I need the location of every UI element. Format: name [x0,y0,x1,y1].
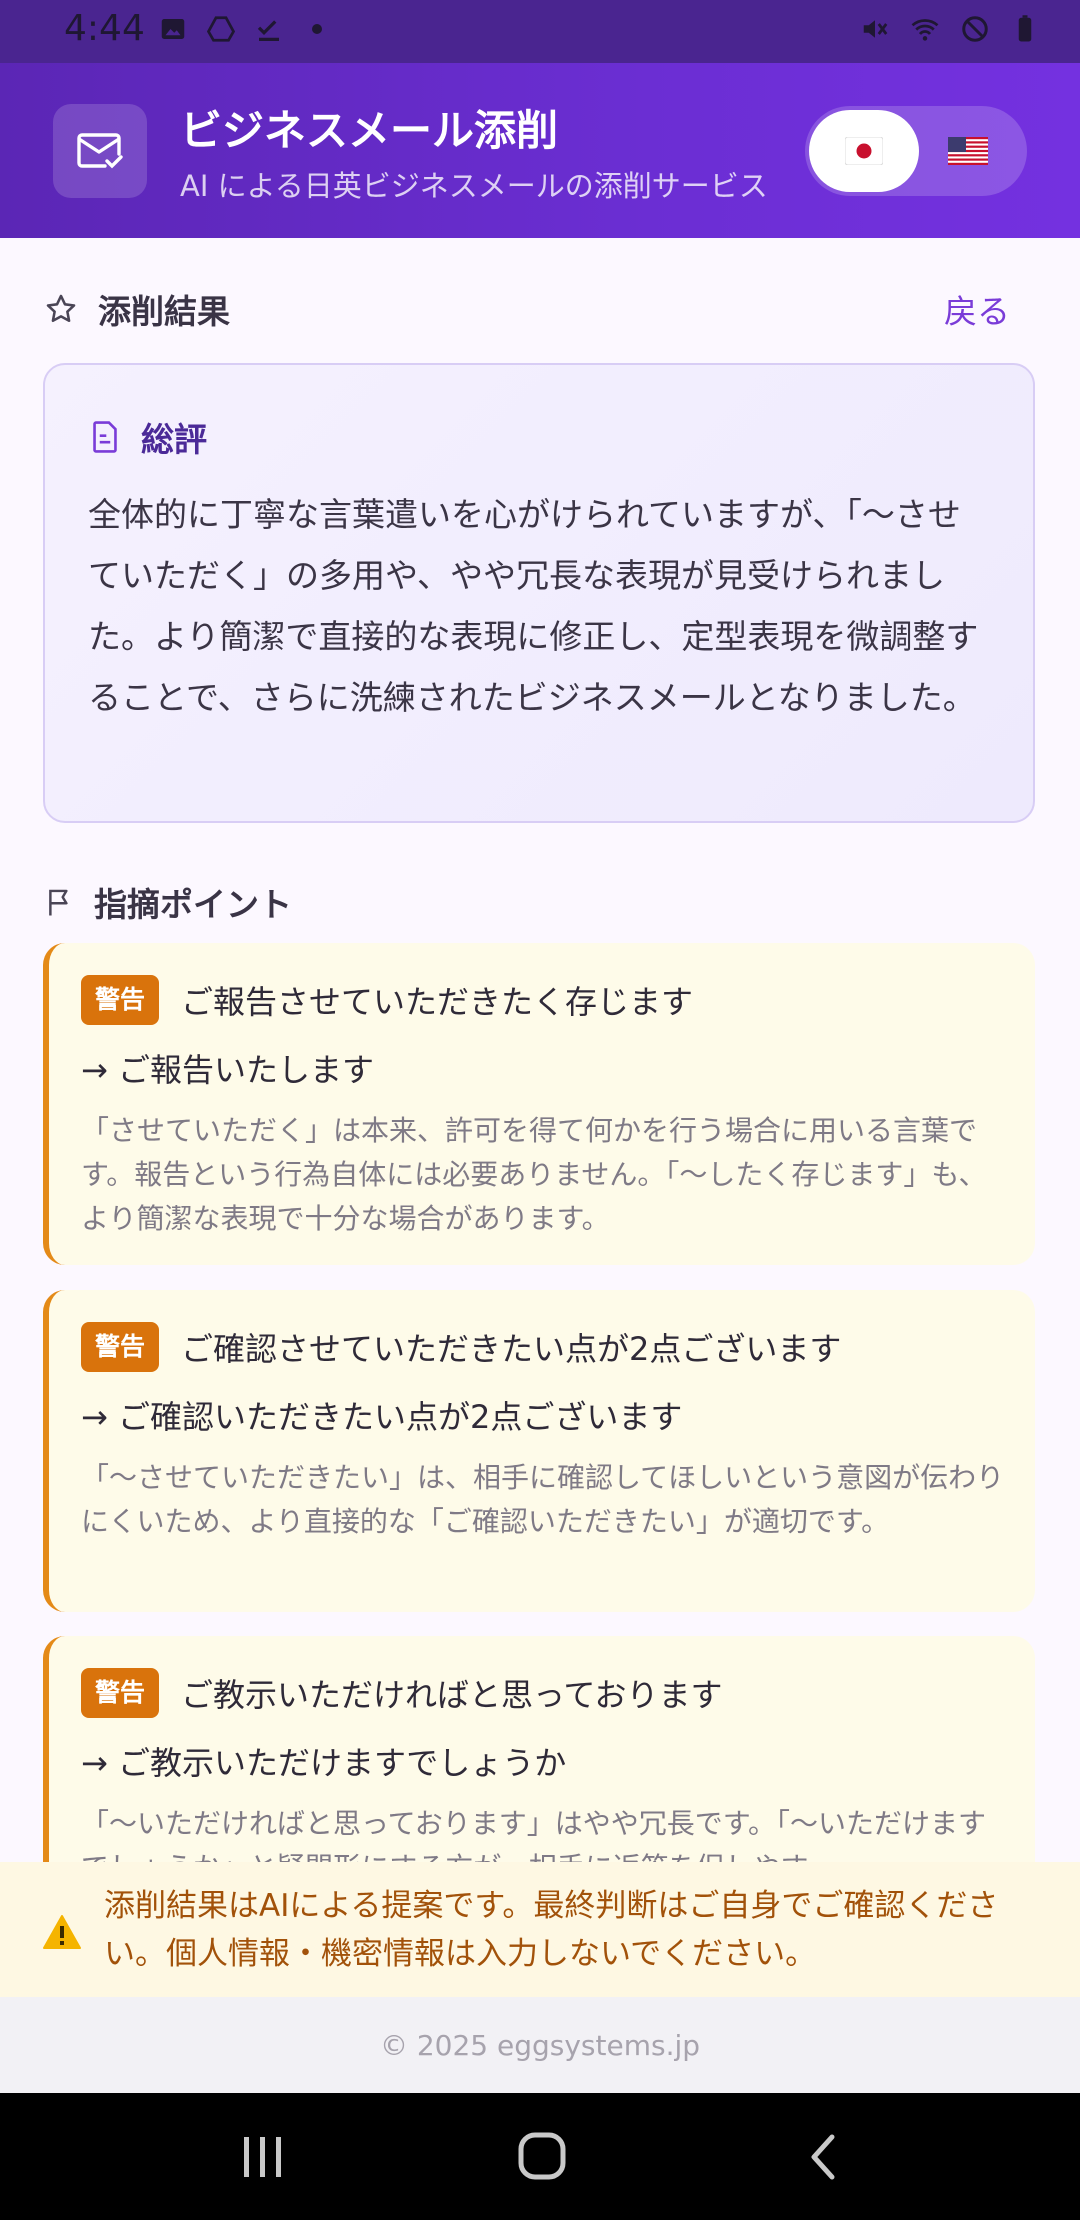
warning-triangle-icon [43,1915,81,1949]
warning-badge: 警告 [81,1668,160,1718]
app-logo [53,104,147,198]
do-not-disturb-icon [962,16,988,42]
document-icon [93,421,117,453]
back-icon[interactable] [806,2133,840,2181]
battery-icon [1018,15,1032,42]
back-link[interactable]: 戻る [944,285,1010,333]
points-heading: 指摘ポイント [44,878,292,926]
flag-icon [49,889,68,916]
warning-badge: 警告 [81,1322,160,1372]
point-original: ご報告させていただきたく存じます [181,983,694,1021]
recent-apps-icon[interactable] [240,2135,286,2179]
image-icon [161,19,185,39]
point-header: 警告 ご教示いただければと思っております [81,1668,1005,1718]
status-time: 4:44 [64,8,145,49]
app-subtitle: AI による日英ビジネスメールの添削サービス [180,169,768,203]
task-done-icon [257,20,279,41]
summary-heading: 総評 [89,413,207,461]
point-fix: → ご報告いたします [81,1051,374,1089]
home-icon[interactable] [517,2131,567,2181]
notice-text: 添削結果はAIによる提案です。最終判断はご自身でご確認ください。個人情報・機密情… [104,1888,999,1972]
status-bar: 4:44 [0,0,1080,63]
point-card: 警告 ご確認させていただきたい点が2点ございます → ご確認いただきたい点が2点… [43,1290,1035,1612]
dot-icon [312,24,322,34]
summary-body: 全体的に丁寧な言葉遣いを心がけられていますが、「〜させていただく」の多用や、やや… [88,495,979,717]
system-nav-bar [0,2093,1080,2220]
summary-card: 総評 全体的に丁寧な言葉遣いを心がけられていますが、「〜させていただく」の多用や… [43,363,1035,823]
footer: © 2025 eggsystems.jp [0,1997,1080,2093]
app-header: ビジネスメール添削 AI による日英ビジネスメールの添削サービス [0,63,1080,238]
point-header: 警告 ご確認させていただきたい点が2点ございます [81,1322,1005,1372]
copyright-text: © 2025 eggsystems.jp [379,2028,701,2062]
point-original: ご教示いただければと思っております [181,1676,723,1714]
point-original: ご確認させていただきたい点が2点ございます [181,1330,842,1368]
us-flag-icon [948,137,988,165]
app-title: ビジネスメール添削 [180,106,559,155]
japan-flag-icon [845,137,883,165]
ai-notice: 添削結果はAIによる提案です。最終判断はご自身でご確認ください。個人情報・機密情… [0,1862,1080,1997]
point-header: 警告 ご報告させていただきたく存じます [81,975,1005,1025]
mail-check-icon [77,133,123,169]
point-reason: 「〜させていただきたい」は、相手に確認してほしいという意図が伝わりにくいため、よ… [81,1461,1005,1538]
point-fix: → ご教示いただけますでしょうか [81,1744,567,1782]
point-card: 警告 ご報告させていただきたく存じます → ご報告いたします 「させていただく」… [43,943,1035,1265]
language-toggle [805,106,1027,196]
wifi-icon [911,19,939,41]
point-fix: → ご確認いただきたい点が2点ございます [81,1398,683,1436]
star-icon [46,294,76,323]
mute-icon [863,20,888,38]
drive-icon [206,16,236,42]
status-right-icons [860,14,1040,44]
language-ja-button[interactable] [809,110,919,192]
language-en-button[interactable] [913,110,1023,192]
summary-title: 総評 [141,420,207,459]
result-heading: 添削結果 [44,285,230,333]
points-title: 指摘ポイント [94,885,292,924]
status-left-icons [158,14,332,44]
result-title: 添削結果 [98,292,230,331]
point-reason: 「させていただく」は本来、許可を得て何かを行う場合に用いる言葉です。報告という行… [81,1114,987,1235]
warning-badge: 警告 [81,975,160,1025]
